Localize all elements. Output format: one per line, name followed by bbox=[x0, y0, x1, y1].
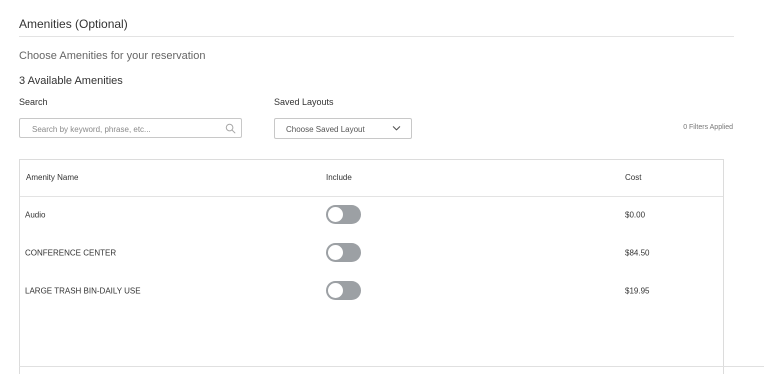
available-count: 3 Available Amenities bbox=[19, 75, 123, 87]
toggle-knob bbox=[328, 283, 343, 298]
amenity-name: Audio bbox=[25, 210, 46, 220]
divider bbox=[19, 36, 734, 37]
chevron-down-icon bbox=[392, 126, 401, 131]
search-label: Search bbox=[19, 97, 48, 107]
section-subtitle: Choose Amenities for your reservation bbox=[19, 50, 206, 62]
table-header: Amenity Name Include Cost bbox=[20, 160, 723, 197]
include-toggle[interactable] bbox=[326, 281, 361, 300]
search-icon[interactable] bbox=[225, 123, 236, 134]
table-row: LARGE TRASH BIN-DAILY USE $19.95 bbox=[20, 272, 723, 310]
amenity-cost: $84.50 bbox=[625, 248, 650, 258]
toggle-knob bbox=[328, 207, 343, 222]
search-input[interactable] bbox=[20, 120, 217, 139]
column-header-include[interactable]: Include bbox=[326, 173, 352, 182]
filters-applied-count: 0 Filters Applied bbox=[683, 124, 733, 131]
amenity-name: LARGE TRASH BIN-DAILY USE bbox=[25, 286, 141, 296]
saved-layout-value: Choose Saved Layout bbox=[286, 125, 365, 134]
amenity-cost: $0.00 bbox=[625, 210, 646, 220]
amenity-cost: $19.95 bbox=[625, 286, 650, 296]
saved-layouts-label: Saved Layouts bbox=[274, 97, 334, 107]
search-field[interactable] bbox=[19, 118, 242, 139]
include-toggle[interactable] bbox=[326, 243, 361, 262]
amenities-table: Amenity Name Include Cost Audio $0.00 CO… bbox=[19, 159, 724, 374]
include-toggle[interactable] bbox=[326, 205, 361, 224]
column-header-cost[interactable]: Cost bbox=[625, 173, 641, 182]
table-row: Audio $0.00 bbox=[20, 196, 723, 234]
column-header-amenity-name[interactable]: Amenity Name bbox=[26, 173, 78, 182]
saved-layout-dropdown[interactable]: Choose Saved Layout bbox=[274, 118, 412, 139]
section-title: Amenities (Optional) bbox=[19, 17, 128, 31]
divider bbox=[19, 366, 764, 367]
toggle-knob bbox=[328, 245, 343, 260]
table-row: CONFERENCE CENTER $84.50 bbox=[20, 234, 723, 272]
amenity-name: CONFERENCE CENTER bbox=[25, 248, 117, 258]
